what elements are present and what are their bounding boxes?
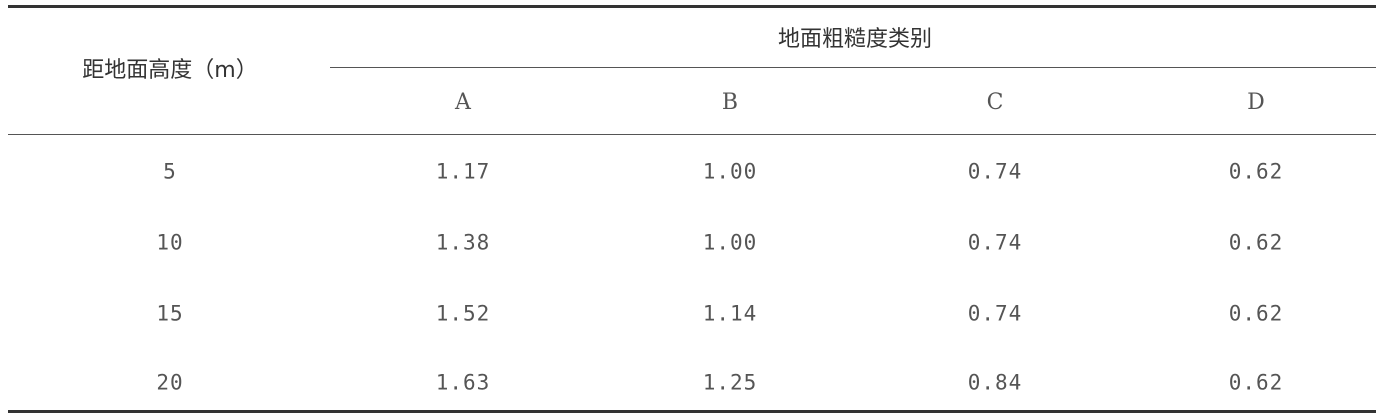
column-header-d: D	[1247, 90, 1265, 115]
row-2-col-a: 1.38	[435, 230, 491, 255]
table-bottom-rule	[8, 410, 1376, 413]
row-3-col-a: 1.52	[435, 301, 491, 326]
row-4-col-b: 1.25	[702, 370, 758, 395]
row-3-col-b: 1.14	[702, 301, 758, 326]
row-1-col-b: 1.00	[702, 159, 758, 184]
group-header-rule	[330, 67, 1376, 68]
row-3-height: 15	[156, 301, 184, 326]
row-1-col-c: 0.74	[967, 159, 1023, 184]
row-header-height: 距地面高度（m）	[82, 58, 258, 83]
row-1-col-d: 0.62	[1228, 159, 1284, 184]
row-4-col-d: 0.62	[1228, 370, 1284, 395]
row-3-col-d: 0.62	[1228, 301, 1284, 326]
row-4-col-c: 0.84	[967, 370, 1023, 395]
row-1-col-a: 1.17	[435, 159, 491, 184]
row-3-col-c: 0.74	[967, 301, 1023, 326]
header-bottom-rule	[8, 134, 1376, 135]
row-1-height: 5	[163, 159, 177, 184]
group-header-roughness: 地面粗糙度类别	[777, 27, 933, 52]
row-2-col-d: 0.62	[1228, 230, 1284, 255]
row-2-height: 10	[156, 230, 184, 255]
row-2-col-b: 1.00	[702, 230, 758, 255]
row-4-height: 20	[156, 370, 184, 395]
row-2-col-c: 0.74	[967, 230, 1023, 255]
column-header-a: A	[455, 90, 471, 115]
table-top-rule	[8, 5, 1376, 8]
column-header-b: B	[721, 90, 739, 115]
column-header-c: C	[986, 90, 1004, 115]
row-4-col-a: 1.63	[435, 370, 491, 395]
